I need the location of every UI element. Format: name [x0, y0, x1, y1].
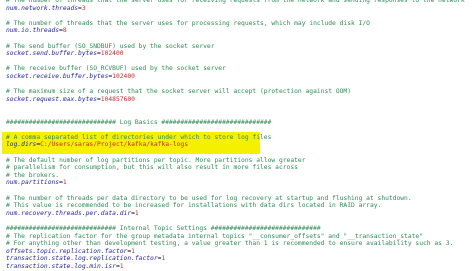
property-key: transaction.state.log.min.isr	[6, 263, 116, 270]
property-key: transaction.state.log.replication.factor	[6, 255, 158, 263]
property-value: 104857600	[100, 95, 135, 103]
property-value: 8	[62, 27, 67, 35]
property-line: log.dirs=C:/Users/saras/Project/kafka/ka…	[6, 141, 188, 149]
property-line: socket.send.buffer.bytes=102400	[6, 50, 124, 58]
property-key: num.partitions	[6, 179, 60, 187]
config-editor[interactable]: # The number of threads that the server …	[0, 0, 474, 271]
property-key: offsets.topic.replication.factor	[6, 247, 128, 255]
property-line: num.partitions=1	[6, 179, 67, 187]
property-key: socket.receive.buffer.bytes	[6, 73, 109, 80]
property-key: num.network.threads	[6, 4, 79, 12]
property-line: socket.request.max.bytes=104857600	[6, 96, 135, 104]
property-value: 1	[119, 263, 124, 270]
property-value: 102400	[100, 50, 124, 58]
property-line: num.network.threads=3	[6, 5, 86, 13]
property-key: log.dirs	[6, 141, 37, 149]
property-value: 102400	[112, 73, 135, 80]
property-key: socket.request.max.bytes	[6, 95, 97, 103]
property-line: socket.receive.buffer.bytes=102400	[6, 73, 135, 81]
property-line: num.io.threads=8	[6, 27, 67, 35]
comment-line: ############################# Log Basics…	[6, 118, 272, 126]
property-value: 1	[131, 247, 135, 255]
property-line: num.recovery.threads.per.data.dir=1	[6, 210, 139, 218]
property-key: num.io.threads	[6, 27, 60, 35]
property-value: C:/Users/saras/Project/kafka/kafka-logs	[40, 141, 188, 149]
property-value: 1	[62, 179, 67, 187]
property-key: num.recovery.threads.per.data.dir	[6, 209, 132, 217]
property-value: 3	[81, 4, 86, 12]
property-line: transaction.state.log.min.isr=1	[6, 263, 124, 271]
property-value: 1	[134, 209, 139, 217]
property-value: 1	[161, 255, 166, 263]
property-key: socket.send.buffer.bytes	[6, 50, 97, 58]
